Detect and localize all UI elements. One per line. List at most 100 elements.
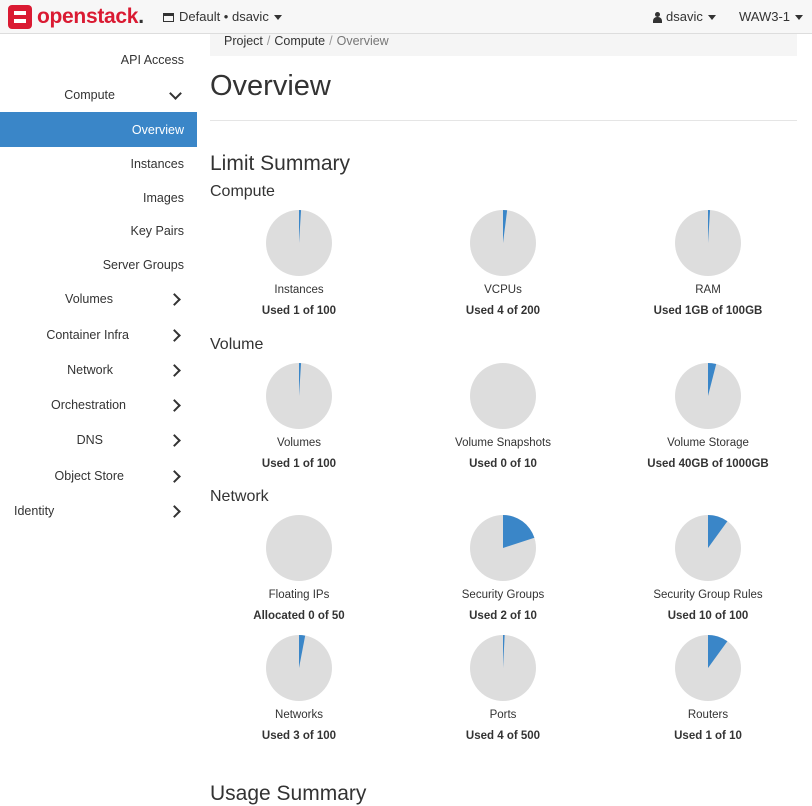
sidebar-item-network[interactable]: Network [0, 361, 197, 379]
limit-security-group-rules: Security Group Rules Used 10 of 100 [606, 515, 810, 622]
limit-name: Instances [274, 284, 324, 296]
sidebar-item-label: Key Pairs [130, 224, 185, 238]
limit-name: Ports [489, 709, 517, 721]
pie-chart [675, 635, 741, 701]
openstack-logo-icon [8, 5, 32, 29]
breadcrumb-compute[interactable]: Compute [274, 34, 325, 48]
limit-routers: Routers Used 1 of 10 [606, 635, 810, 742]
chevron-right-icon [168, 434, 181, 447]
top-navbar: openstack. Default • dsavic dsavic WAW3-… [0, 0, 812, 34]
limit-ports: Ports Used 4 of 500 [401, 635, 605, 742]
sidebar-item-api-access[interactable]: API Access [0, 51, 197, 69]
breadcrumb: Project / Compute / Overview [210, 34, 797, 56]
sidebar-item-label: API Access [120, 53, 184, 67]
breadcrumb-separator: / [266, 34, 271, 48]
chevron-right-icon [168, 329, 181, 342]
pie-chart [675, 515, 741, 581]
sidebar-item-volumes[interactable]: Volumes [0, 290, 197, 308]
limit-name: Security Group Rules [653, 589, 763, 601]
sidebar-item-server-groups[interactable]: Server Groups [0, 256, 197, 274]
limit-usage: Used 3 of 100 [261, 730, 337, 742]
region-label: WAW3-1 [739, 9, 791, 24]
page-title: Overview [210, 70, 331, 102]
limit-usage: Used 1 of 100 [261, 458, 337, 470]
sidebar-item-identity[interactable]: Identity [0, 502, 197, 520]
pie-chart [266, 363, 332, 429]
limit-ram: RAM Used 1GB of 100GB [606, 210, 810, 317]
sidebar-item-dns[interactable]: DNS [0, 431, 197, 449]
limit-usage: Allocated 0 of 50 [253, 610, 345, 622]
chevron-down-icon [169, 87, 182, 100]
limit-usage: Used 0 of 10 [469, 458, 537, 470]
chevron-right-icon [168, 470, 181, 483]
limit-name: Networks [275, 709, 323, 721]
limit-name: Volume Snapshots [455, 437, 551, 449]
limit-volumes: Volumes Used 1 of 100 [197, 363, 401, 470]
sidebar-item-images[interactable]: Images [0, 189, 197, 207]
sidebar-item-orchestration[interactable]: Orchestration [0, 396, 197, 414]
limit-usage: Used 40GB of 1000GB [647, 458, 769, 470]
sidebar-item-label: Server Groups [102, 258, 184, 272]
sidebar: API Access Compute Overview Instances Im… [0, 34, 197, 798]
sidebar-item-instances[interactable]: Instances [0, 155, 197, 173]
limit-name: Floating IPs [268, 589, 330, 601]
project-label: Default • dsavic [179, 9, 269, 24]
region-selector[interactable]: WAW3-1 [739, 0, 804, 34]
network-heading: Network [210, 488, 269, 505]
divider [210, 120, 797, 121]
limit-name: VCPUs [484, 284, 522, 296]
limit-name: Volumes [276, 437, 322, 449]
brand-name: openstack. [37, 5, 144, 28]
sidebar-item-key-pairs[interactable]: Key Pairs [0, 222, 197, 240]
pie-chart [675, 210, 741, 276]
sidebar-item-label: Identity [14, 504, 55, 518]
limit-vcpus: VCPUs Used 4 of 200 [401, 210, 605, 317]
limit-usage: Used 4 of 200 [465, 305, 541, 317]
openstack-logo[interactable]: openstack. [8, 5, 144, 29]
limit-name: RAM [695, 284, 721, 296]
compute-heading: Compute [210, 183, 275, 200]
limit-usage: Used 1 of 100 [261, 305, 337, 317]
limit-name: Volume Storage [667, 437, 749, 449]
pie-chart [470, 515, 536, 581]
pie-chart [675, 363, 741, 429]
limit-usage: Used 2 of 10 [469, 610, 537, 622]
breadcrumb-separator: / [329, 34, 333, 48]
breadcrumb-project[interactable]: Project [224, 34, 263, 48]
user-menu[interactable]: dsavic [653, 0, 716, 34]
caret-down-icon [795, 14, 804, 20]
sidebar-item-label: Volumes [65, 292, 113, 306]
pie-chart [470, 210, 536, 276]
sidebar-item-label: Instances [130, 157, 184, 171]
pie-chart [470, 363, 536, 429]
sidebar-item-label: Orchestration [50, 398, 126, 412]
pie-background [266, 515, 332, 581]
project-selector[interactable]: Default • dsavic [163, 0, 282, 34]
breadcrumb-current: Overview [336, 34, 389, 48]
limit-usage: Used 10 of 100 [667, 610, 749, 622]
pie-chart [266, 515, 332, 581]
limit-summary-heading: Limit Summary [210, 152, 351, 175]
caret-down-icon [273, 14, 282, 20]
limit-name: Security Groups [461, 589, 545, 601]
volume-heading: Volume [210, 336, 264, 353]
sidebar-item-label: Overview [131, 123, 184, 137]
limit-usage: Used 1GB of 100GB [653, 305, 763, 317]
sidebar-item-label: Object Store [54, 469, 124, 483]
limit-volume-snapshots: Volume Snapshots Used 0 of 10 [401, 363, 605, 470]
user-icon [653, 11, 662, 23]
sidebar-item-container-infra[interactable]: Container Infra [0, 326, 197, 344]
sidebar-item-overview[interactable]: Overview [0, 112, 197, 147]
limit-name: Routers [687, 709, 729, 721]
chevron-right-icon [168, 364, 181, 377]
limit-instances: Instances Used 1 of 100 [197, 210, 401, 317]
project-icon [163, 12, 174, 22]
caret-down-icon [707, 14, 716, 20]
sidebar-item-label: Network [67, 363, 113, 377]
sidebar-item-object-store[interactable]: Object Store [0, 467, 197, 485]
sidebar-item-label: Compute [64, 88, 115, 102]
sidebar-item-compute[interactable]: Compute [0, 86, 197, 104]
chevron-right-icon [168, 505, 181, 518]
limit-floating-ips: Floating IPs Allocated 0 of 50 [197, 515, 401, 622]
chevron-right-icon [168, 293, 181, 306]
